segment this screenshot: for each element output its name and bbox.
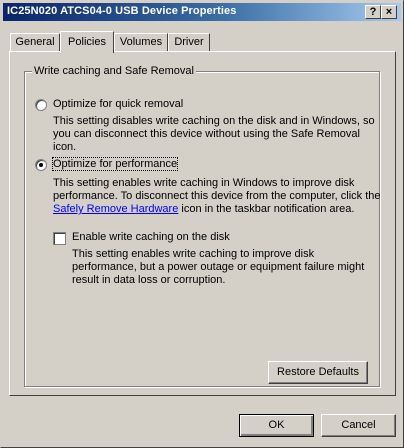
quick-removal-radio[interactable] xyxy=(35,99,47,111)
close-button[interactable]: × xyxy=(381,5,397,19)
restore-defaults-button[interactable]: Restore Defaults xyxy=(268,361,368,384)
policies-panel: Write caching and Safe Removal Optimize … xyxy=(9,51,396,396)
quick-removal-label[interactable]: Optimize for quick removal xyxy=(53,98,183,110)
tab-policies[interactable]: Policies xyxy=(60,31,114,53)
performance-description-tail: icon in the taskbar notification area. xyxy=(178,203,355,215)
help-button[interactable]: ? xyxy=(365,5,381,19)
tab-driver[interactable]: Driver xyxy=(168,33,210,52)
device-properties-dialog: IC25N020 ATCS04-0 USB Device Properties … xyxy=(0,0,404,448)
cancel-button[interactable]: Cancel xyxy=(321,414,396,437)
title-bar[interactable]: IC25N020 ATCS04-0 USB Device Properties … xyxy=(3,3,401,21)
quick-removal-description: This setting disables write caching on t… xyxy=(53,115,375,153)
safely-remove-hardware-link[interactable]: Safely Remove Hardware xyxy=(53,203,178,215)
group-legend: Write caching and Safe Removal xyxy=(32,65,196,77)
performance-description-text: This setting enables write caching in Wi… xyxy=(53,177,381,202)
radio-selected-dot xyxy=(39,163,43,167)
tab-volumes[interactable]: Volumes xyxy=(114,33,168,52)
write-caching-checkbox[interactable] xyxy=(53,232,66,245)
window-title: IC25N020 ATCS04-0 USB Device Properties xyxy=(7,5,237,17)
write-caching-label[interactable]: Enable write caching on the disk xyxy=(72,231,230,243)
write-caching-group: Write caching and Safe Removal Optimize … xyxy=(24,65,383,387)
performance-description: This setting enables write caching in Wi… xyxy=(53,177,383,216)
tab-general[interactable]: General xyxy=(10,33,60,52)
ok-button[interactable]: OK xyxy=(239,414,314,437)
performance-label[interactable]: Optimize for performance xyxy=(51,157,179,171)
write-caching-description: This setting enables write caching to im… xyxy=(72,248,365,286)
performance-radio[interactable] xyxy=(35,159,47,171)
